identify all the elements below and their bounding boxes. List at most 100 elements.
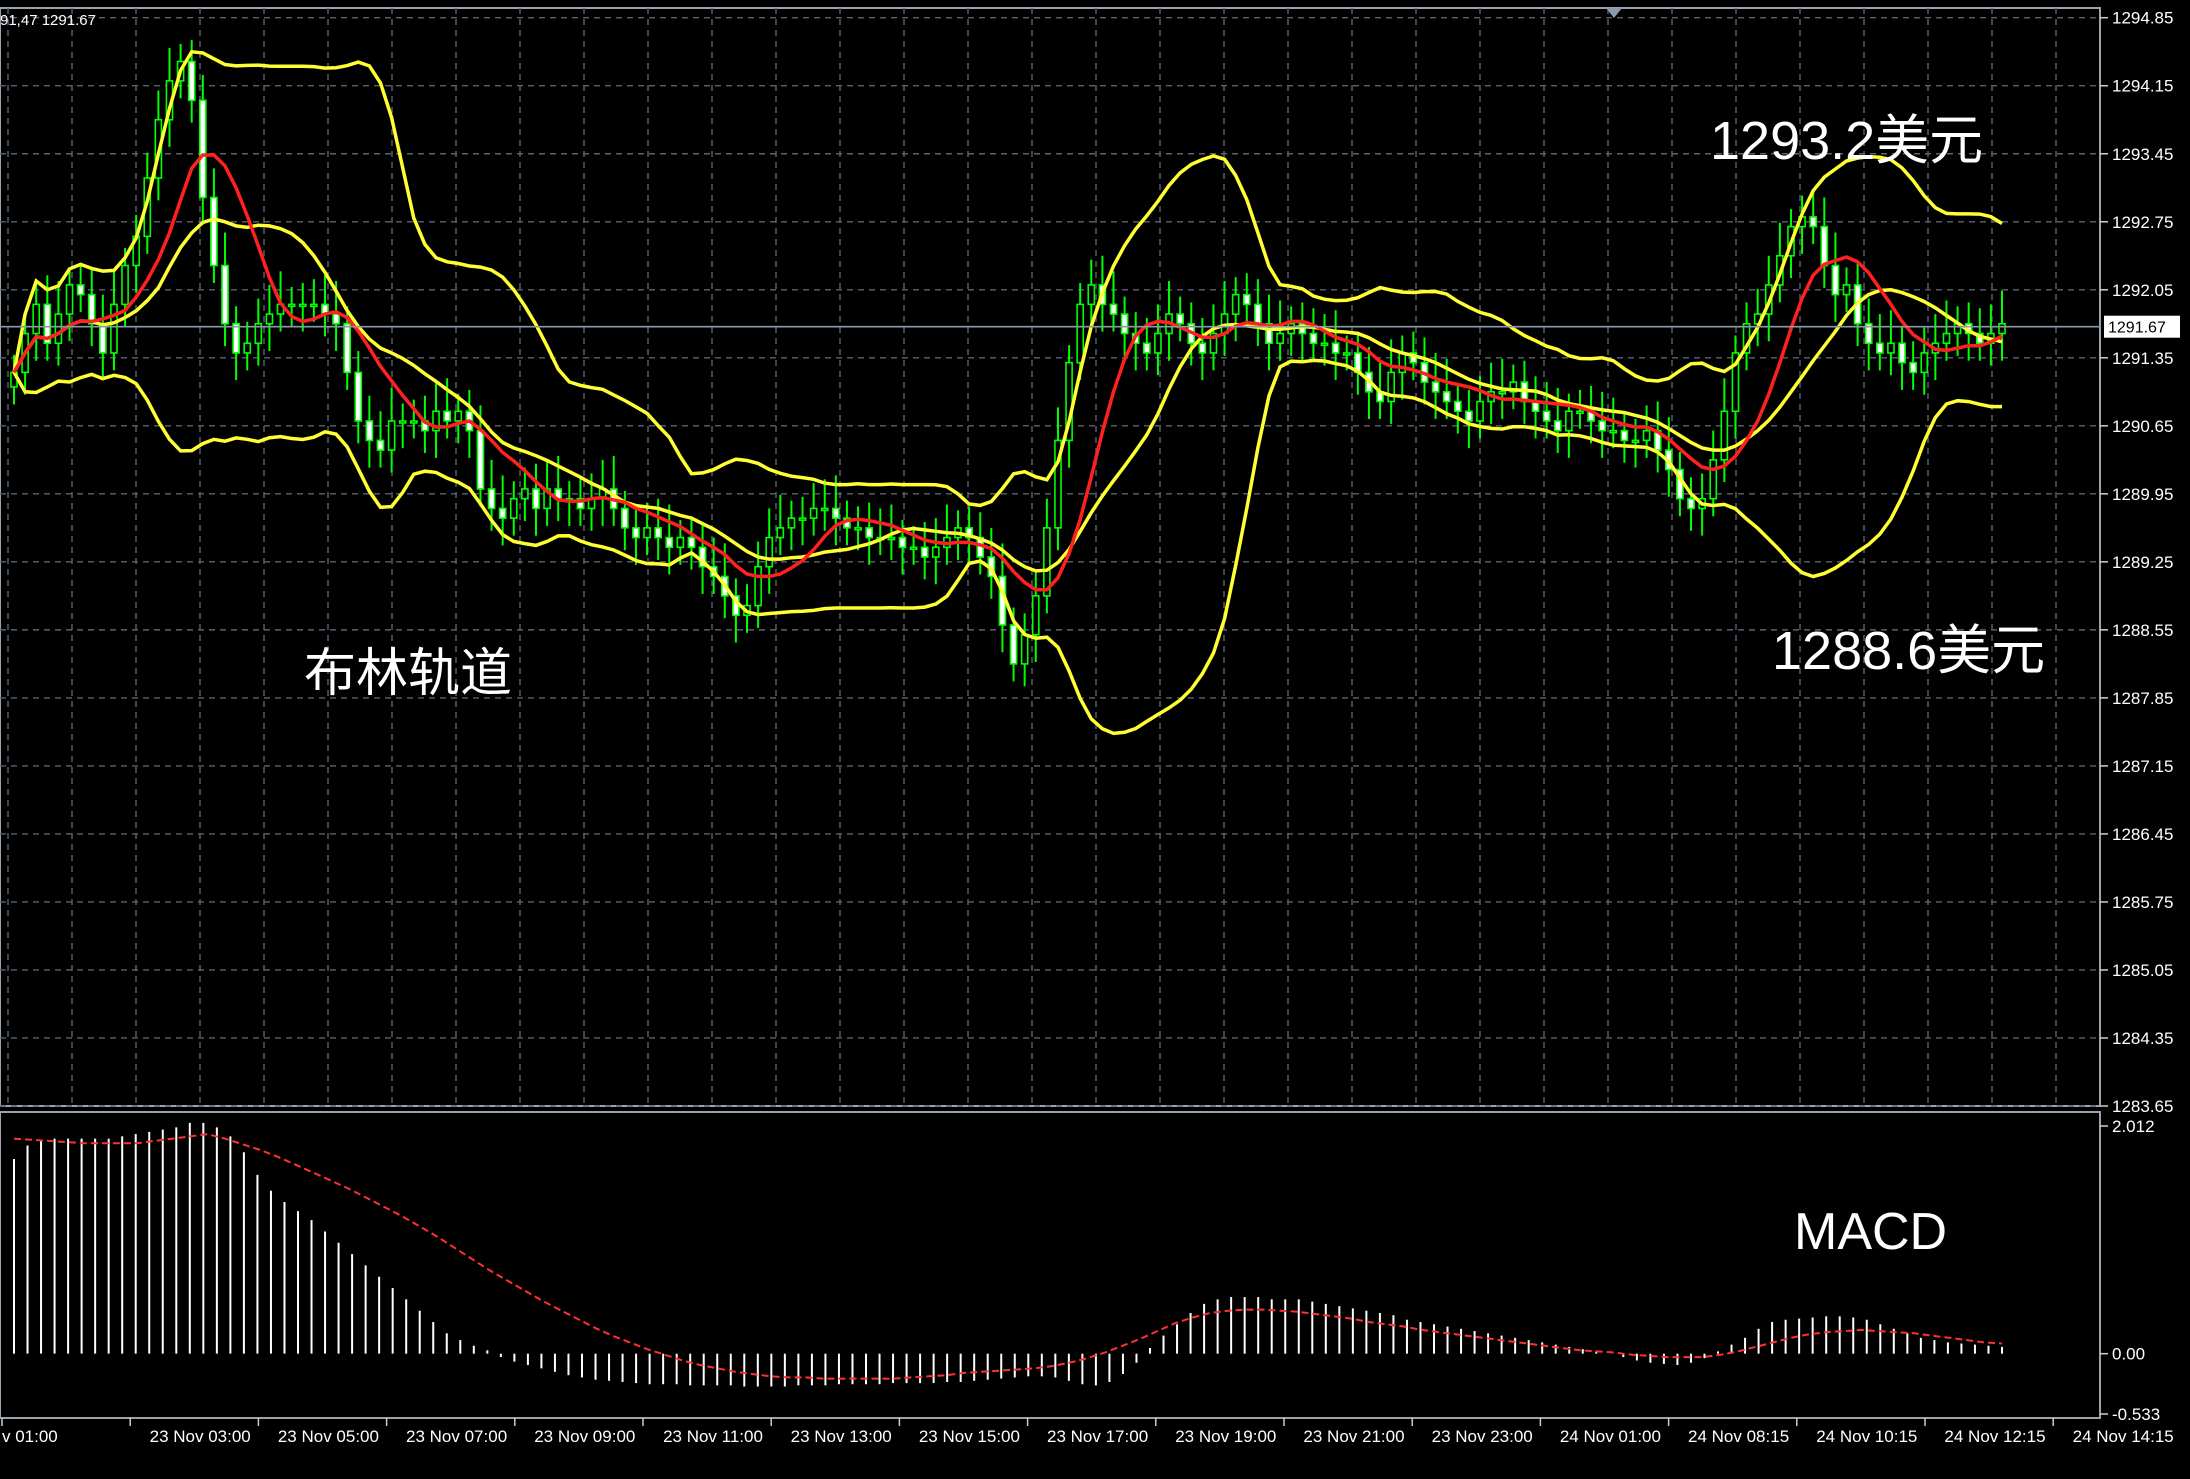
time-axis-label: 24 Nov 01:00 <box>1560 1427 1661 1446</box>
candle-body <box>754 565 762 607</box>
candle-body <box>1309 332 1318 345</box>
time-axis-label: 23 Nov 15:00 <box>919 1427 1020 1446</box>
candle-body <box>1431 381 1440 393</box>
candle-body <box>1120 313 1129 335</box>
header-price-readout: 91,47 1291.67 <box>0 12 96 29</box>
time-axis-label: 23 Nov 03:00 <box>150 1427 251 1446</box>
candle-body <box>798 517 807 521</box>
macd-tick-label: -0.533 <box>2112 1405 2160 1424</box>
candle-body <box>232 322 240 354</box>
candle-body <box>1031 595 1040 636</box>
candle-body <box>1442 391 1451 403</box>
candle-body <box>509 497 518 519</box>
macd-tick-label: 0.00 <box>2112 1345 2145 1364</box>
candle-body <box>676 536 685 549</box>
candle-body <box>532 488 540 510</box>
time-axis-label: 23 Nov 17:00 <box>1047 1427 1148 1446</box>
price-tick-label: 1283.65 <box>2112 1097 2173 1116</box>
price-tick-label: 1292.75 <box>2112 213 2173 232</box>
candle-body <box>1842 284 1851 296</box>
candle-body <box>1820 225 1829 267</box>
candle-body <box>865 527 874 539</box>
candle-body <box>1553 420 1562 432</box>
candle-body <box>121 264 129 306</box>
candle-body <box>687 536 696 549</box>
candle-body <box>854 527 862 531</box>
lower-band-price-annotation: 1288.6美元 <box>1772 621 2046 681</box>
candle-body <box>1576 410 1584 415</box>
candle-body <box>376 439 385 451</box>
price-tick-label: 1286.45 <box>2112 825 2173 844</box>
time-axis-label: 24 Nov 08:15 <box>1688 1427 1789 1446</box>
price-tick-label: 1292.05 <box>2112 281 2173 300</box>
candle-body <box>1620 429 1629 442</box>
candle-body <box>365 420 374 442</box>
candle-body <box>654 527 663 539</box>
candle-body <box>354 371 363 422</box>
candle-body <box>809 507 818 519</box>
candle-body <box>1453 400 1462 413</box>
candle-body <box>1887 342 1895 354</box>
price-tick-label: 1289.95 <box>2112 485 2173 504</box>
candle-body <box>487 488 496 510</box>
candle-body <box>832 507 840 519</box>
candle-body <box>210 196 218 267</box>
candle-body <box>387 420 396 451</box>
candle-body <box>343 322 352 374</box>
candle-body <box>1831 264 1840 296</box>
candle-body <box>110 303 118 354</box>
price-tick-label: 1294.85 <box>2112 9 2173 28</box>
time-axis-label: 23 Nov 21:00 <box>1303 1427 1404 1446</box>
candle-body <box>1998 322 2006 335</box>
candle-body <box>1920 352 1929 374</box>
candle-body <box>1109 303 1118 315</box>
upper-band-price-annotation: 1293.2美元 <box>1710 111 1984 171</box>
macd-label: MACD <box>1794 1203 1948 1261</box>
candle-body <box>1476 400 1484 422</box>
candle-body <box>54 313 63 345</box>
candle-body <box>1909 361 1918 374</box>
candle-body <box>1598 420 1607 432</box>
time-axis-label: 23 Nov 19:00 <box>1175 1427 1276 1446</box>
candle-body <box>398 420 407 424</box>
time-axis-label: 23 Nov 13:00 <box>791 1427 892 1446</box>
candle-body <box>1498 391 1507 395</box>
time-axis-label: 24 Nov 10:15 <box>1816 1427 1917 1446</box>
candle-body <box>1942 332 1951 345</box>
current-price-tag-text: 1291.67 <box>2108 320 2166 337</box>
candle-body <box>931 546 940 558</box>
candle-body <box>98 322 107 354</box>
candle-body <box>265 313 274 325</box>
candle-body <box>1631 439 1640 444</box>
candle-body <box>1154 332 1162 354</box>
price-tick-label: 1285.75 <box>2112 893 2173 912</box>
candle-body <box>620 507 629 529</box>
price-tick-label: 1287.85 <box>2112 689 2173 708</box>
candle-body <box>1465 410 1473 422</box>
candle-body <box>298 303 307 308</box>
candle-body <box>776 527 785 539</box>
candle-body <box>1320 342 1329 347</box>
candle-body <box>521 488 529 500</box>
candle-body <box>32 303 41 335</box>
candle-body <box>1720 410 1729 461</box>
time-axis-label: 23 Nov 23:00 <box>1432 1427 1533 1446</box>
price-tick-label: 1294.15 <box>2112 77 2173 96</box>
candle-body <box>498 507 507 519</box>
candle-body <box>1331 342 1340 354</box>
candle-body <box>1709 459 1718 500</box>
candle-body <box>310 303 318 308</box>
candle-body <box>1198 342 1207 354</box>
candle-body <box>454 410 463 422</box>
candle-body <box>76 284 85 296</box>
candle-body <box>1342 352 1351 356</box>
candle-body <box>1242 293 1251 306</box>
price-tick-label: 1290.65 <box>2112 417 2173 436</box>
macd-tick-label: 2.012 <box>2112 1117 2155 1136</box>
candle-body <box>198 99 207 199</box>
candle-body <box>787 517 796 529</box>
candle-body <box>1076 303 1085 364</box>
candle-body <box>221 264 229 325</box>
candle-body <box>1254 303 1262 325</box>
candle-body <box>1142 342 1151 354</box>
